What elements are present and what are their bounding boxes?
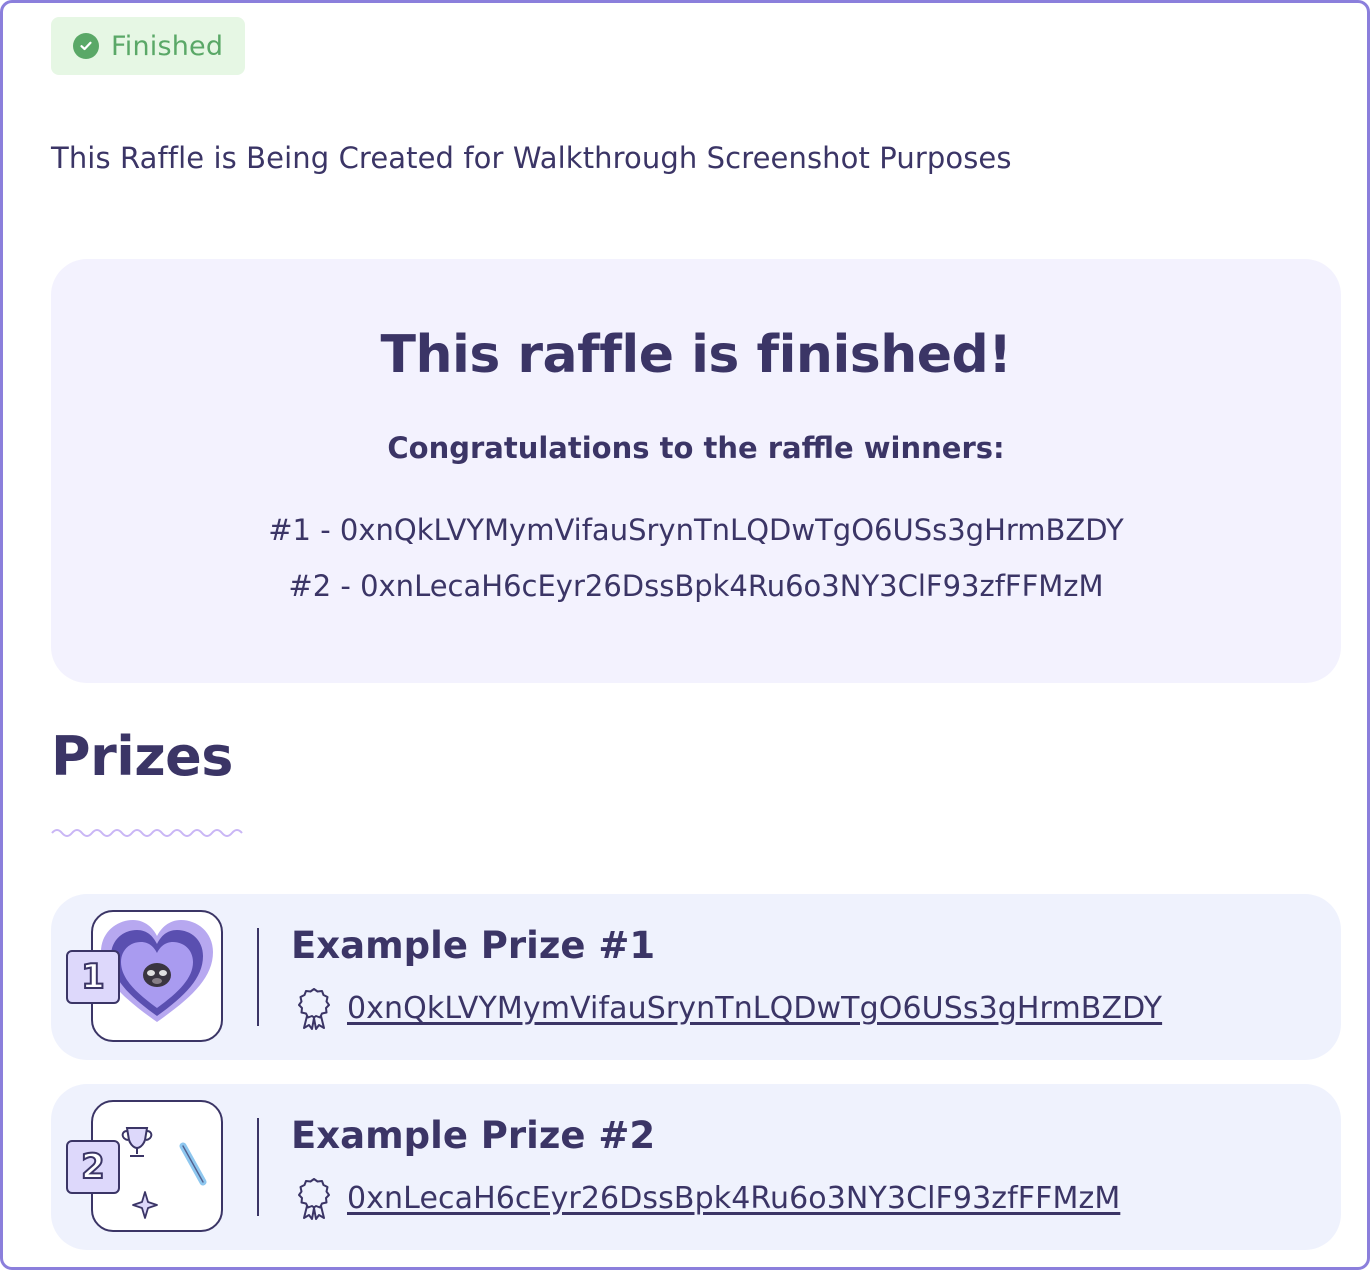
prize-winner-1: 0xnQkLVYMymVifauSrynTnLQDwTgO6USs3gHrmBZ…: [295, 986, 1162, 1030]
winner-address-link-2[interactable]: 0xnLecaH6cEyr26DssBpk4Ru6o3NY3ClF93zfFFM…: [347, 1181, 1120, 1216]
squiggle-divider: [51, 829, 243, 837]
prize-name-1: Example Prize #1: [291, 924, 656, 967]
winner-line-2: #2 - 0xnLecaH6cEyr26DssBpk4Ru6o3NY3ClF93…: [288, 569, 1104, 603]
ribbon-award-icon: [298, 988, 330, 1030]
result-heading: This raffle is finished!: [380, 325, 1012, 385]
winner-line-1: #1 - 0xnQkLVYMymVifauSrynTnLQDwTgO6USs3g…: [268, 513, 1124, 547]
rank-badge-1: 1: [66, 950, 120, 1004]
winner-address-link-1[interactable]: 0xnQkLVYMymVifauSrynTnLQDwTgO6USs3gHrmBZ…: [347, 991, 1162, 1026]
prizes-heading: Prizes: [51, 725, 233, 788]
prize-divider: [257, 1118, 259, 1216]
raffle-title: This Raffle is Being Created for Walkthr…: [51, 141, 1012, 175]
prize-name-2: Example Prize #2: [291, 1114, 656, 1157]
prize-card-1[interactable]: 1 Example Prize #1 0xnQkLVYMymVifauSrynT…: [51, 894, 1341, 1060]
status-label: Finished: [111, 30, 224, 62]
status-badge: Finished: [51, 17, 245, 75]
result-panel: This raffle is finished! Congratulations…: [51, 259, 1341, 683]
ribbon-award-icon: [298, 1178, 330, 1220]
congrats-text: Congratulations to the raffle winners:: [387, 431, 1005, 465]
prize-winner-2: 0xnLecaH6cEyr26DssBpk4Ru6o3NY3ClF93zfFFM…: [295, 1176, 1120, 1220]
app-frame: Finished This Raffle is Being Created fo…: [0, 0, 1370, 1270]
prize-card-2[interactable]: 2 Example Prize #2 0xnLecaH6cEyr26DssBpk…: [51, 1084, 1341, 1250]
check-circle-icon: [73, 33, 99, 59]
rank-badge-2: 2: [66, 1140, 120, 1194]
prize-divider: [257, 928, 259, 1026]
